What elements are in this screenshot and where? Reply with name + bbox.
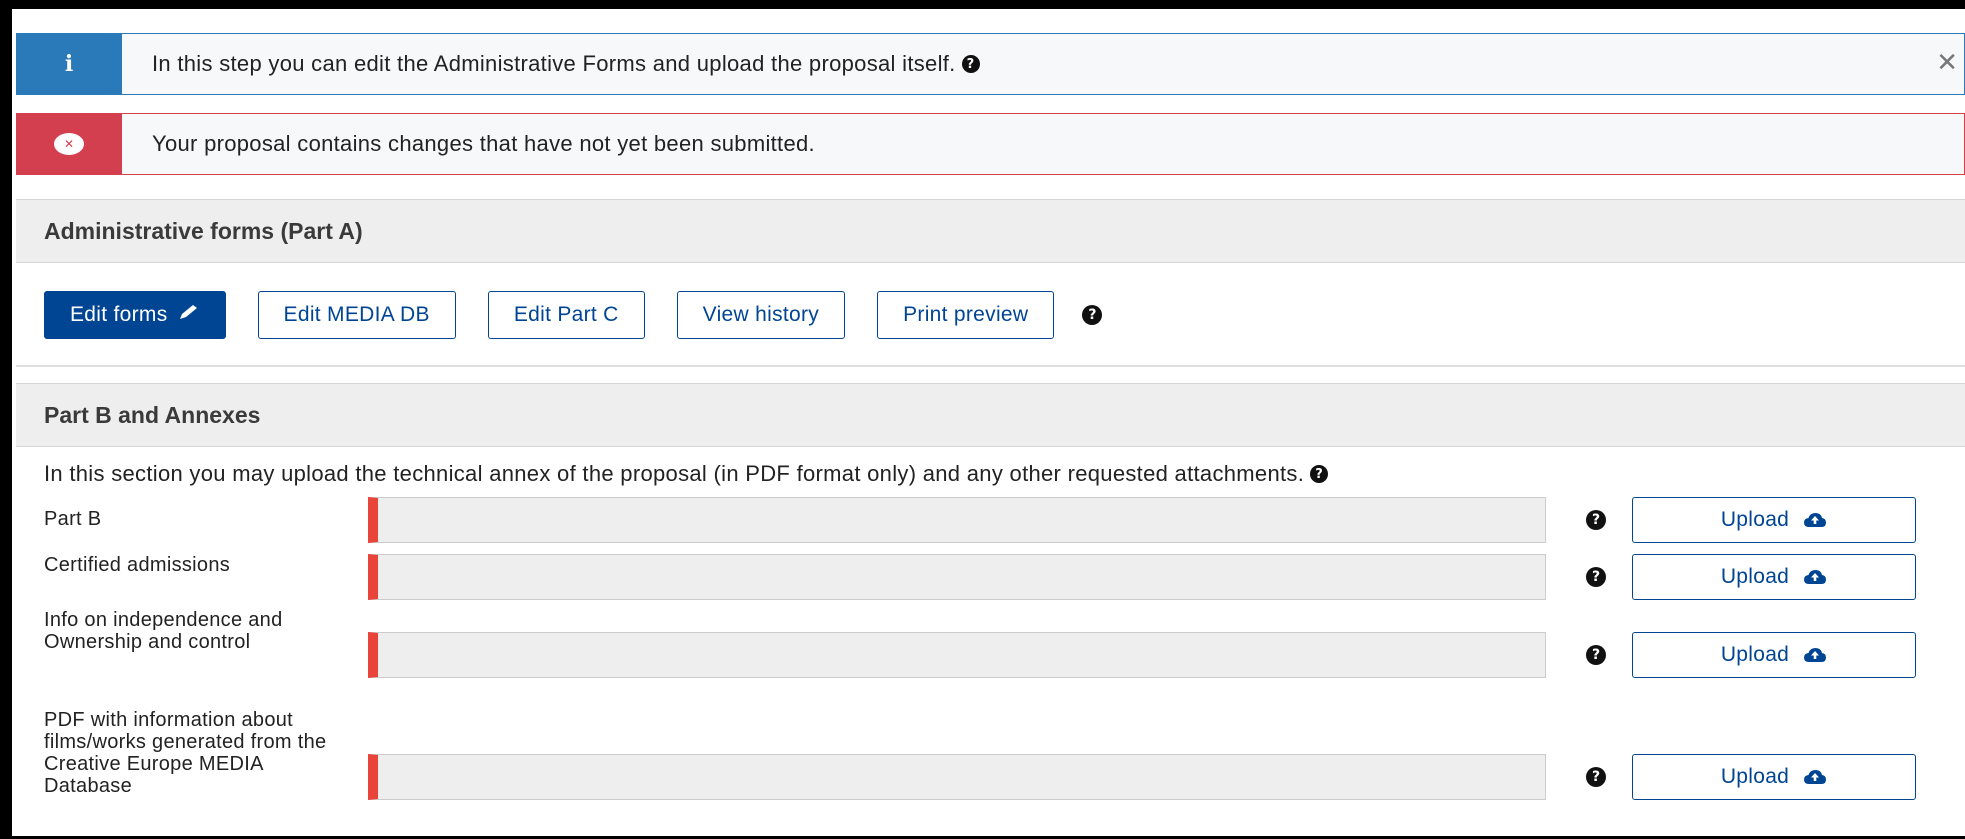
help-icon[interactable]: ? [1082,305,1103,325]
cloud-upload-icon [1803,769,1827,785]
upload-row-label: PDF with information about films/works g… [44,709,327,797]
cloud-upload-icon [1803,647,1827,663]
upload-row-label: Certified admissions [44,554,231,576]
print-preview-button[interactable]: Print preview [877,291,1055,339]
pencil-icon [178,303,200,327]
info-icon: i [64,51,74,77]
error-icon: ✕ [54,133,84,155]
cloud-upload-icon [1803,569,1827,585]
upload-button[interactable]: Upload [1632,632,1916,678]
upload-label: Upload [1720,508,1790,531]
error-alert-text: Your proposal contains changes that have… [152,131,815,156]
admin-forms-toolbar: Edit forms Edit MEDIA DB Edit Part C Vie… [44,291,1103,339]
page-frame: i In this step you can edit the Administ… [0,0,1965,839]
edit-part-c-button[interactable]: Edit Part C [487,291,645,339]
close-icon[interactable]: ✕ [1936,48,1958,78]
upload-button[interactable]: Upload [1632,754,1916,800]
error-alert-icon-box: ✕ [16,113,122,175]
edit-forms-button[interactable]: Edit forms [44,291,226,339]
info-alert: i In this step you can edit the Administ… [16,33,1965,95]
part-b-intro-wrap: In this section you may upload the techn… [44,461,1329,487]
view-history-button[interactable]: View history [676,291,846,339]
admin-forms-title: Administrative forms (Part A) [44,217,363,244]
upload-row-label: Part B [44,508,102,530]
upload-label: Upload [1720,643,1790,666]
upload-button[interactable]: Upload [1632,497,1916,543]
info-alert-text-wrap: In this step you can edit the Administra… [152,51,980,77]
help-icon[interactable]: ? [1586,510,1606,530]
upload-row-label: Info on independence and Ownership and c… [44,609,283,653]
info-alert-text: In this step you can edit the Administra… [152,51,956,76]
file-field[interactable] [368,632,1546,678]
part-b-header: Part B and Annexes [16,383,1965,447]
edit-media-db-button[interactable]: Edit MEDIA DB [257,291,456,339]
upload-button[interactable]: Upload [1632,554,1916,600]
help-icon[interactable]: ? [961,55,980,74]
file-field[interactable] [368,554,1546,600]
help-icon[interactable]: ? [1586,567,1606,587]
edit-forms-label: Edit forms [70,303,168,326]
help-icon[interactable]: ? [1310,465,1329,484]
error-alert: ✕ Your proposal contains changes that ha… [16,113,1965,175]
part-b-intro: In this section you may upload the techn… [44,461,1305,486]
help-icon[interactable]: ? [1586,645,1606,665]
part-b-title: Part B and Annexes [44,401,261,428]
info-alert-icon-box: i [16,33,122,95]
cloud-upload-icon [1803,512,1827,528]
upload-label: Upload [1720,565,1790,588]
upload-label: Upload [1720,765,1790,788]
file-field[interactable] [368,754,1546,800]
help-icon[interactable]: ? [1586,767,1606,787]
admin-forms-header: Administrative forms (Part A) [16,199,1965,263]
file-field[interactable] [368,497,1546,543]
divider [16,365,1965,367]
